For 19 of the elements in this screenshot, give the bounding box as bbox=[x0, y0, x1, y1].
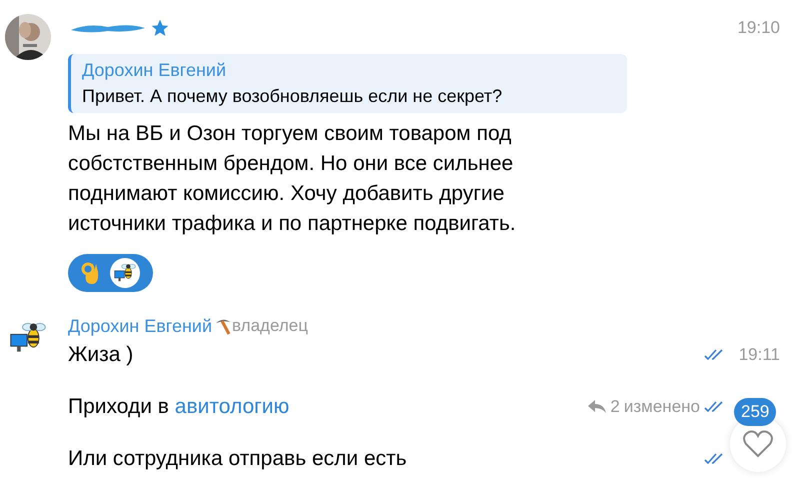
sender-name[interactable]: Дорохин Евгений bbox=[68, 312, 212, 340]
reply-quote[interactable]: Дорохин Евгений Привет. А почему возобновляешь если не секрет? bbox=[68, 54, 627, 113]
message-text: Приходи в авитологию bbox=[68, 394, 290, 420]
quote-text: Привет. А почему возобновляешь если не секрет? bbox=[82, 85, 504, 108]
reply-arrow-icon bbox=[588, 400, 606, 414]
edited-label: изменено bbox=[624, 396, 700, 418]
heart-icon bbox=[743, 430, 773, 458]
message-text: Жиза ) bbox=[68, 342, 134, 368]
quote-author: Дорохин Евгений bbox=[82, 59, 228, 82]
unread-badge[interactable]: 259 bbox=[734, 398, 776, 426]
message-text: Или сотрудника отправь если есть bbox=[68, 446, 407, 472]
message-time: 19:10 bbox=[737, 17, 780, 40]
pickaxe-icon bbox=[214, 317, 232, 335]
reaction-pill[interactable] bbox=[68, 254, 153, 292]
message-text: Мы на ВБ и Озон торгуем своим товаром под собстственным брендом. Но они все сильнее поднимают комиссию. Хочу добавить другие источники трафика и по партнерке подвигать. bbox=[68, 121, 517, 237]
reply-count: 2 bbox=[610, 396, 620, 418]
role-label: владелец bbox=[232, 315, 308, 338]
message-time: 19:11 bbox=[738, 344, 780, 366]
message-link[interactable]: авитологию bbox=[174, 395, 290, 418]
